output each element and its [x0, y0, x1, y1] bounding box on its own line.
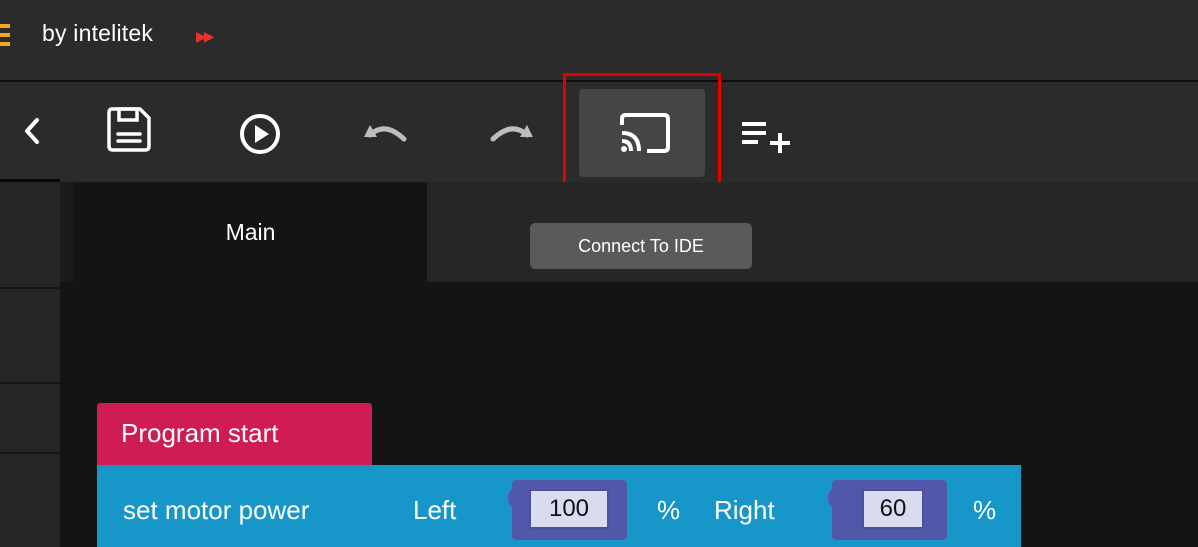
run-icon[interactable]: [238, 112, 282, 156]
left-label: Left: [413, 495, 457, 525]
connect-to-ide-button[interactable]: [579, 89, 705, 177]
connect-ide-tooltip: Connect To IDE: [530, 223, 752, 269]
app-window: by intelitek ▶▶ Main Connect To IDE Prog…: [0, 0, 1198, 547]
right-power-socket: 60: [832, 480, 947, 540]
right-unit-label: %: [973, 495, 997, 525]
socket-tab-icon: [828, 487, 840, 509]
cast-icon: [620, 113, 670, 153]
undo-icon[interactable]: [360, 115, 410, 151]
socket-tab-icon: [508, 487, 520, 509]
left-unit-label: %: [657, 495, 681, 525]
left-panel-separator: [0, 287, 60, 289]
brand-arrows-icon: ▶▶: [196, 28, 214, 44]
brand-name: by intelitek: [42, 20, 154, 46]
motor-block-label: set motor power: [123, 495, 310, 525]
add-list-icon[interactable]: [740, 118, 792, 158]
chevron-left-icon[interactable]: [22, 116, 42, 146]
right-label: Right: [714, 495, 775, 525]
set-motor-power-block[interactable]: set motor power Left 100 % Right 60 %: [97, 465, 1021, 547]
program-start-label: Program start: [121, 418, 279, 448]
left-power-socket: 100: [512, 480, 627, 540]
right-power-input[interactable]: 60: [862, 489, 924, 529]
brand-logo-icon: [0, 24, 10, 46]
redo-icon[interactable]: [487, 115, 537, 151]
left-power-input[interactable]: 100: [529, 489, 609, 529]
connect-ide-highlight: [563, 73, 721, 191]
tab-main-label: Main: [225, 219, 276, 245]
title-bar: by intelitek ▶▶: [0, 0, 1198, 80]
left-panel: [0, 182, 60, 547]
left-panel-separator: [0, 452, 60, 454]
tab-main[interactable]: Main: [74, 182, 427, 282]
save-icon[interactable]: [104, 104, 154, 154]
left-panel-separator: [0, 382, 60, 384]
program-start-block[interactable]: Program start: [97, 403, 372, 465]
